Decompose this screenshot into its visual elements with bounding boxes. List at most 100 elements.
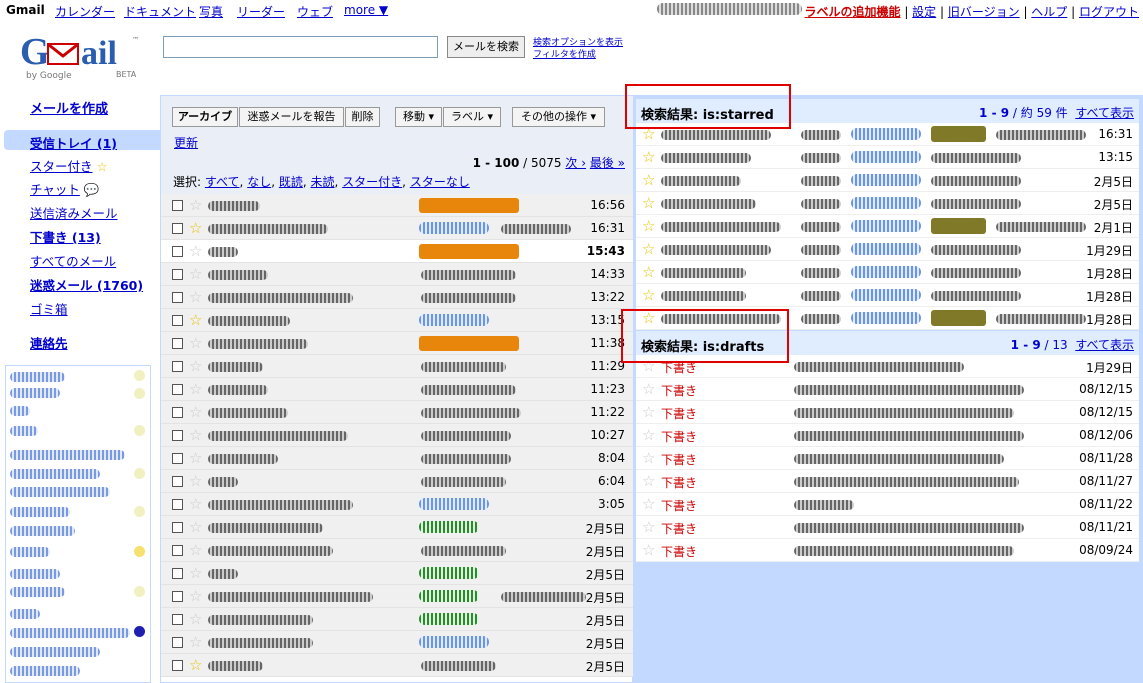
list-item[interactable]: ☆ 下書き 08/11/22 — [636, 493, 1139, 516]
table-row[interactable]: ☆ 14:33 — [161, 263, 633, 286]
star-icon[interactable]: ☆ — [189, 288, 202, 306]
sidebar-item-sent[interactable]: 送信済みメール — [30, 203, 118, 222]
contact-item[interactable] — [10, 647, 100, 657]
list-item[interactable]: ☆ 2月5日 — [636, 192, 1139, 215]
row-checkbox[interactable] — [172, 246, 183, 257]
star-icon[interactable]: ☆ — [189, 403, 202, 421]
star-icon[interactable]: ☆ — [189, 311, 202, 329]
table-row[interactable]: ☆ 16:56 — [161, 194, 633, 217]
nav-link-photos[interactable]: 写真 — [199, 3, 223, 20]
move-dropdown[interactable]: 移動 ▾ — [395, 107, 442, 127]
star-icon[interactable]: ☆ — [189, 633, 202, 651]
list-item[interactable]: ☆ 下書き 08/12/15 — [636, 401, 1139, 424]
list-item[interactable]: ☆ 下書き 1月29日 — [636, 355, 1139, 378]
contact-item[interactable] — [10, 450, 125, 460]
star-icon[interactable]: ☆ — [642, 380, 655, 398]
list-item[interactable]: ☆ 下書き 08/12/15 — [636, 378, 1139, 401]
more-actions-dropdown[interactable]: その他の操作 ▾ — [512, 107, 605, 127]
contacts-link[interactable]: 連絡先 — [30, 333, 68, 352]
contact-item[interactable] — [10, 569, 60, 579]
nav-link-calendar[interactable]: カレンダー — [55, 3, 115, 20]
row-checkbox[interactable] — [172, 384, 183, 395]
sidebar-item-starred[interactable]: スター付き ☆ — [30, 156, 108, 175]
star-icon[interactable]: ☆ — [642, 403, 655, 421]
star-icon[interactable]: ☆ — [189, 610, 202, 628]
nav-link-documents[interactable]: ドキュメント — [124, 3, 196, 20]
select-unstarred-link[interactable]: スターなし — [410, 175, 470, 189]
row-checkbox[interactable] — [172, 430, 183, 441]
settings-link[interactable]: 設定 — [912, 5, 936, 19]
row-checkbox[interactable] — [172, 200, 183, 211]
row-checkbox[interactable] — [172, 407, 183, 418]
row-checkbox[interactable] — [172, 361, 183, 372]
delete-button[interactable]: 削除 — [345, 107, 380, 127]
row-checkbox[interactable] — [172, 568, 183, 579]
row-checkbox[interactable] — [172, 269, 183, 280]
contact-item[interactable] — [10, 547, 50, 557]
star-icon[interactable]: ☆ — [189, 426, 202, 444]
list-item[interactable]: ☆ 2月1日 — [636, 215, 1139, 238]
row-checkbox[interactable] — [172, 223, 183, 234]
star-icon[interactable]: ☆ — [189, 587, 202, 605]
table-row[interactable]: ☆ 2月5日 — [161, 516, 633, 539]
star-icon[interactable]: ☆ — [189, 196, 202, 214]
star-icon[interactable]: ☆ — [189, 656, 202, 674]
star-icon[interactable]: ☆ — [642, 194, 655, 212]
gmail-logo[interactable]: G ail ™ by Google BETA — [20, 28, 145, 90]
old-version-link[interactable]: 旧バージョン — [948, 5, 1020, 19]
search-options-link[interactable]: 検索オプションを表示 — [533, 37, 623, 49]
star-icon[interactable]: ☆ — [189, 541, 202, 559]
row-checkbox[interactable] — [172, 614, 183, 625]
list-item[interactable]: ☆ 下書き 08/11/27 — [636, 470, 1139, 493]
row-checkbox[interactable] — [172, 660, 183, 671]
table-row[interactable]: ☆ 2月5日 — [161, 654, 633, 677]
row-checkbox[interactable] — [172, 522, 183, 533]
list-item[interactable]: ☆ 2月5日 — [636, 169, 1139, 192]
create-filter-link[interactable]: フィルタを作成 — [533, 49, 623, 61]
star-icon[interactable]: ☆ — [642, 125, 655, 143]
last-page-link[interactable]: 最後 » — [590, 156, 625, 170]
table-row[interactable]: ☆ 8:04 — [161, 447, 633, 470]
row-checkbox[interactable] — [172, 476, 183, 487]
table-row[interactable]: ☆ 11:29 — [161, 355, 633, 378]
logout-link[interactable]: ログアウト — [1079, 5, 1139, 19]
table-row[interactable]: ☆ 6:04 — [161, 470, 633, 493]
star-icon[interactable]: ☆ — [642, 309, 655, 327]
star-icon[interactable]: ☆ — [189, 242, 202, 260]
star-icon[interactable]: ☆ — [642, 263, 655, 281]
select-starred-link[interactable]: スター付き — [342, 175, 402, 189]
refresh-link[interactable]: 更新 — [174, 134, 198, 151]
drafts-show-all-link[interactable]: すべて表示 — [1075, 338, 1134, 352]
contact-item[interactable] — [10, 406, 30, 416]
star-icon[interactable]: ☆ — [642, 472, 655, 490]
table-row[interactable]: ☆ 13:22 — [161, 286, 633, 309]
star-icon[interactable]: ☆ — [642, 240, 655, 258]
label-dropdown[interactable]: ラベル ▾ — [443, 107, 501, 127]
row-checkbox[interactable] — [172, 545, 183, 556]
star-icon[interactable]: ☆ — [189, 219, 202, 237]
table-row[interactable]: ☆ 13:15 — [161, 309, 633, 332]
nav-link-web[interactable]: ウェブ — [297, 3, 333, 20]
nav-link-reader[interactable]: リーダー — [237, 3, 285, 20]
sidebar-item-all-mail[interactable]: すべてのメール — [30, 251, 116, 270]
compose-link[interactable]: メールを作成 — [30, 98, 108, 117]
row-checkbox[interactable] — [172, 637, 183, 648]
list-item[interactable]: ☆ 16:31 — [636, 123, 1139, 146]
list-item[interactable]: ☆ 13:15 — [636, 146, 1139, 169]
gmail-brand-link[interactable]: Gmail — [6, 3, 45, 17]
list-item[interactable]: ☆ 下書き 08/11/21 — [636, 516, 1139, 539]
star-icon[interactable]: ☆ — [642, 148, 655, 166]
star-icon[interactable]: ☆ — [642, 449, 655, 467]
select-all-link[interactable]: すべて — [205, 175, 240, 189]
table-row[interactable]: ☆ 2月5日 — [161, 608, 633, 631]
star-icon[interactable]: ☆ — [189, 380, 202, 398]
contact-item[interactable] — [10, 372, 65, 382]
star-icon[interactable]: ☆ — [189, 518, 202, 536]
list-item[interactable]: ☆ 下書き 08/09/24 — [636, 539, 1139, 562]
list-item[interactable]: ☆ 下書き 08/11/28 — [636, 447, 1139, 470]
row-checkbox[interactable] — [172, 591, 183, 602]
star-icon[interactable]: ☆ — [642, 426, 655, 444]
star-icon[interactable]: ☆ — [642, 357, 655, 375]
table-row[interactable]: ☆ 3:05 — [161, 493, 633, 516]
row-checkbox[interactable] — [172, 499, 183, 510]
